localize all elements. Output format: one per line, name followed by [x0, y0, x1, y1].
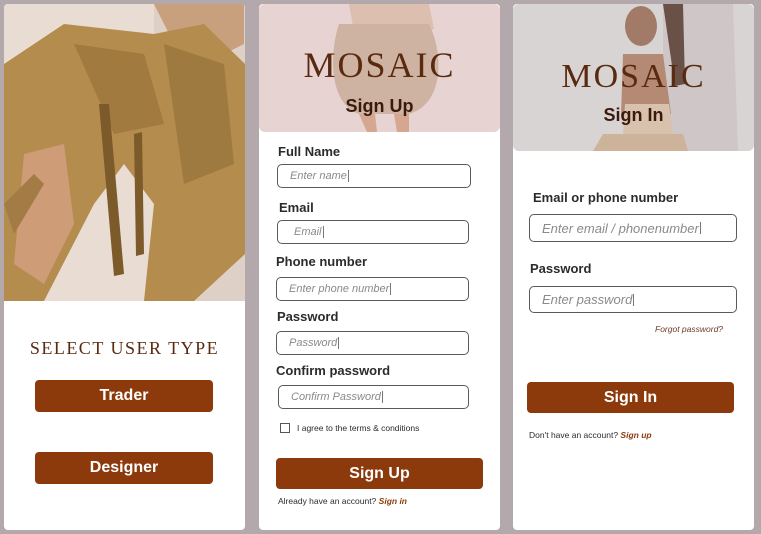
fashion-photo-blazer	[4, 4, 245, 301]
confirm-password-label: Confirm password	[276, 363, 391, 378]
email-phone-input[interactable]: Enter email / phonenumber	[529, 214, 737, 242]
full-name-placeholder: Enter name	[290, 170, 347, 182]
forgot-password-link[interactable]: Forgot password?	[655, 324, 723, 334]
signin-screen: MOSAIC Sign In Email or phone number Ent…	[513, 4, 754, 530]
email-input[interactable]: Email	[277, 220, 469, 244]
signin-password-input[interactable]: Enter password	[529, 286, 737, 313]
signup-prompt-text: Don't have an account?	[529, 430, 619, 440]
brand-logo: MOSAIC	[303, 45, 456, 85]
signin-password-label: Password	[530, 261, 592, 276]
confirm-password-input[interactable]: Confirm Password	[278, 385, 469, 409]
signin-button[interactable]: Sign In	[527, 382, 734, 413]
email-phone-placeholder: Enter email / phonenumber	[542, 220, 699, 236]
user-type-screen: SELECT USER TYPE Trader Designer	[4, 4, 245, 530]
email-placeholder: Email	[294, 226, 322, 238]
signin-title: Sign In	[603, 105, 664, 125]
email-phone-label: Email or phone number	[533, 190, 679, 205]
signin-prompt-text: Already have an account?	[278, 496, 377, 506]
signin-password-placeholder: Enter password	[542, 292, 633, 307]
terms-label: I agree to the terms & conditions	[297, 423, 420, 433]
password-input[interactable]: Password	[276, 331, 469, 355]
email-label: Email	[279, 200, 314, 215]
full-name-input[interactable]: Enter name	[277, 164, 471, 188]
full-name-label: Full Name	[278, 144, 341, 159]
phone-input[interactable]: Enter phone number	[276, 277, 469, 301]
phone-placeholder: Enter phone number	[289, 283, 390, 295]
signin-button-label: Sign In	[603, 388, 658, 406]
confirm-password-placeholder: Confirm Password	[291, 391, 381, 403]
signup-screen: MOSAIC Sign Up Full Name Enter name Emai…	[259, 4, 500, 530]
trader-button[interactable]: Trader	[35, 380, 213, 412]
signup-link[interactable]: Sign up	[620, 430, 651, 440]
brand-logo: MOSAIC	[561, 58, 706, 95]
signup-button-label: Sign Up	[349, 464, 410, 482]
terms-checkbox[interactable]	[280, 423, 290, 433]
password-label: Password	[277, 309, 339, 324]
signin-link[interactable]: Sign in	[379, 496, 407, 506]
select-user-type-title: SELECT USER TYPE	[29, 338, 220, 358]
signup-prompt: Don't have an account? Sign up	[529, 430, 652, 440]
signup-button[interactable]: Sign Up	[276, 458, 483, 489]
trader-button-label: Trader	[99, 387, 149, 404]
phone-label: Phone number	[276, 254, 368, 269]
password-placeholder: Password	[289, 337, 338, 349]
designer-button-label: Designer	[89, 459, 159, 476]
signin-prompt: Already have an account? Sign in	[278, 496, 407, 506]
designer-button[interactable]: Designer	[35, 452, 213, 484]
signup-title: Sign Up	[345, 96, 414, 116]
